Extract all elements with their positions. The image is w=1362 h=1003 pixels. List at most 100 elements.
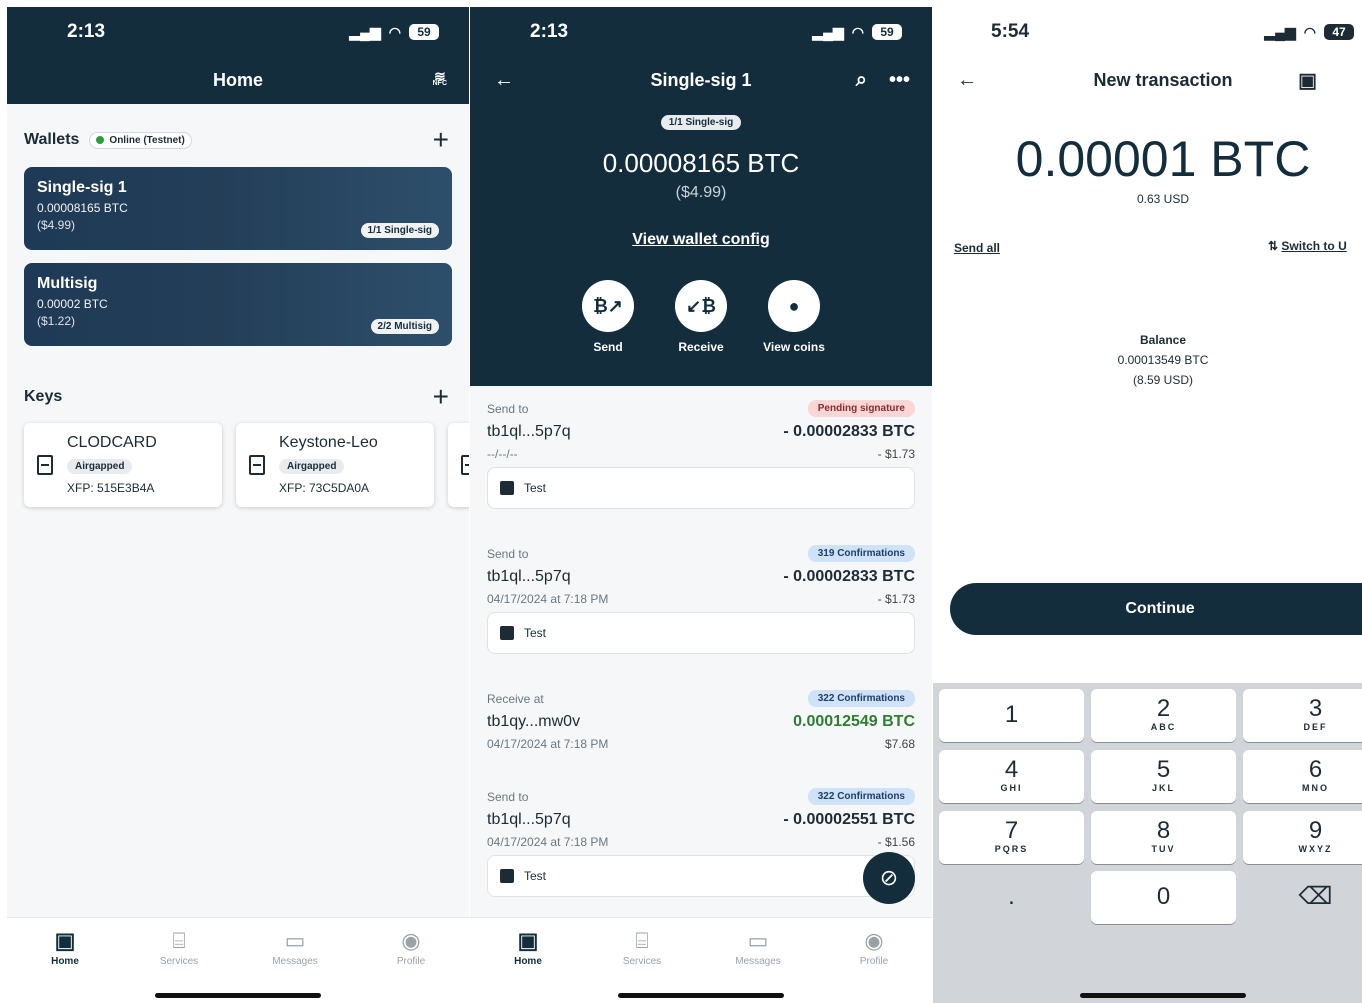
wallet-icon: ▣ (54, 928, 76, 953)
key-3[interactable]: 3 DEF (1243, 689, 1362, 742)
transaction-item[interactable]: Receive at 322 Confirmations tb1qy...mw0… (487, 690, 915, 751)
wifi-icon: ◠ (388, 23, 401, 40)
tab-home[interactable]: ▣ Home (25, 926, 105, 967)
key-card-partial[interactable] (448, 423, 469, 507)
transaction-item[interactable]: Send to 319 Confirmations tb1ql...5p7q -… (487, 545, 915, 654)
wallet-card-multisig[interactable]: Multisig 0.00002 BTC ($1.22) 2/2 Multisi… (24, 263, 452, 346)
home-screen: 2:13 ▂▄▆ ◠ 59 Home ≋ NFC Wallets Online … (7, 0, 469, 1003)
keys-section-header: Keys + (24, 383, 449, 411)
tx-fiat: - $1.73 (877, 447, 915, 461)
back-arrow-icon[interactable]: ← (957, 57, 977, 103)
battery-icon: 59 (409, 24, 439, 40)
tx-address: tb1ql...5p7q (487, 423, 571, 440)
tx-amount: - 0.00002551 BTC (783, 811, 915, 828)
view-wallet-config-link[interactable]: View wallet config (470, 231, 932, 249)
wallet-type-badge: 1/1 Single-sig (660, 115, 742, 130)
home-indicator (1080, 993, 1246, 998)
key-backspace[interactable]: ⌫ (1243, 871, 1362, 924)
online-dot-icon (96, 136, 105, 144)
tab-services[interactable]: ⌸ Services (602, 926, 682, 967)
signal-icon: ▂▄▆ (349, 23, 381, 40)
page-title: Single-sig 1 (650, 69, 752, 90)
nfc-button[interactable]: ≋ NFC (433, 68, 447, 88)
search-icon[interactable]: ⌕ (856, 69, 867, 92)
add-key-button[interactable]: + (433, 383, 449, 411)
switch-currency-link[interactable]: ⇅ Switch to U (1268, 239, 1347, 253)
hardware-wallet-button[interactable]: ▣ (1298, 57, 1317, 103)
nfc-icon: ≋ (433, 68, 446, 84)
amount-display: 0.00001 BTC (1015, 131, 1311, 187)
wifi-icon: ◠ (1303, 23, 1316, 40)
tx-label: Test (524, 481, 547, 495)
label-icon (500, 869, 514, 883)
numeric-keypad: 1 2 ABC 3 DEF 4 GHI 5 JKL 6 MNO 7 PQRS 8 TUV 9W… (933, 683, 1362, 1003)
tx-label-box[interactable]: Test (487, 612, 915, 654)
status-time: 2:13 (67, 21, 106, 42)
wallet-balance-btc: 0.00008165 BTC (602, 148, 800, 178)
tx-date: --/--/-- (487, 447, 518, 461)
key-xfp: XFP: 73C5DA0A (279, 481, 370, 495)
tx-fiat: - $1.73 (877, 592, 915, 606)
tab-services[interactable]: ⌸ Services (139, 926, 219, 967)
view-coins-button[interactable]: ● View coins (754, 280, 834, 354)
tab-home[interactable]: ▣ Home (488, 926, 568, 967)
status-time: 2:13 (530, 21, 569, 42)
services-icon: ⌸ (172, 928, 186, 953)
title-bar: ← Single-sig 1 ⌕ ••• (470, 57, 932, 103)
key-0[interactable]: 0 (1091, 871, 1236, 924)
wallet-type-badge: 1/1 Single-sig (360, 223, 439, 238)
key-card-keystone[interactable]: Keystone-Leo Airgapped XFP: 73C5DA0A (236, 423, 434, 507)
tx-status-badge: Pending signature (807, 400, 915, 417)
tx-date: 04/17/2024 at 7:18 PM (487, 592, 609, 606)
backspace-icon: ⌫ (1298, 883, 1333, 910)
balance-block: Balance 0.00013549 BTC (8.59 USD) (933, 330, 1362, 390)
hide-balance-button[interactable]: ⊘ (863, 852, 915, 904)
key-card-clodcard[interactable]: CLODCARD Airgapped XFP: 515E3B4A (24, 423, 222, 507)
key-9[interactable]: 9 WXYZ (1243, 811, 1362, 864)
wallet-name: Multisig (37, 275, 98, 292)
key-8[interactable]: 8 TUV (1091, 811, 1236, 864)
key-4[interactable]: 4 GHI (939, 750, 1084, 803)
tab-profile[interactable]: ◉ Profile (834, 926, 914, 967)
send-all-link[interactable]: Send all (954, 241, 1000, 255)
tx-address: tb1qy...mw0v (487, 713, 581, 730)
add-wallet-button[interactable]: + (433, 126, 449, 154)
network-status-badge: Online (Testnet) (89, 131, 192, 149)
tx-status-badge: 319 Confirmations (807, 545, 915, 562)
status-bar: 5:54 ▂▄▆ ◠ 47 (933, 7, 1362, 57)
balance-btc: 0.00013549 BTC (1117, 353, 1209, 367)
send-button[interactable]: ₿↗ Send (568, 280, 648, 354)
more-icon[interactable]: ••• (889, 69, 910, 92)
wallet-card-single-sig[interactable]: Single-sig 1 0.00008165 BTC ($4.99) 1/1 … (24, 167, 452, 250)
balance-label: Balance (1139, 333, 1187, 347)
transaction-item[interactable]: Send to Pending signature tb1ql...5p7q -… (487, 400, 915, 509)
transaction-item[interactable]: Send to 322 Confirmations tb1ql...5p7q -… (487, 788, 915, 897)
tab-messages[interactable]: ▭ Messages (718, 926, 798, 967)
label-icon (500, 481, 514, 495)
key-5[interactable]: 5 JKL (1091, 750, 1236, 803)
label-icon (500, 626, 514, 640)
key-7[interactable]: 7 PQRS (939, 811, 1084, 864)
key-1[interactable]: 1 (939, 689, 1084, 742)
key-xfp: XFP: 515E3B4A (67, 481, 155, 495)
receive-button[interactable]: ↙₿ Receive (661, 280, 741, 354)
messages-icon: ▭ (747, 928, 769, 953)
signal-icon: ▂▄▆ (812, 23, 844, 40)
wallet-balance-btc: 0.00008165 BTC (37, 201, 128, 215)
profile-icon: ◉ (864, 928, 884, 953)
signal-icon: ▂▄▆ (1264, 23, 1296, 40)
back-arrow-icon[interactable]: ← (494, 57, 514, 103)
key-2[interactable]: 2 ABC (1091, 689, 1236, 742)
key-6[interactable]: 6 MNO (1243, 750, 1362, 803)
status-time: 5:54 (991, 21, 1030, 42)
continue-button[interactable]: Continue (950, 583, 1362, 635)
tab-messages[interactable]: ▭ Messages (255, 926, 335, 967)
tx-label-box[interactable]: Test (487, 467, 915, 509)
key-decimal[interactable]: . (939, 871, 1084, 924)
key-name: Keystone-Leo (279, 434, 378, 451)
tx-label-box[interactable]: Test (487, 855, 915, 897)
wallet-balance-btc: 0.00002 BTC (37, 297, 108, 311)
wallet-name: Single-sig 1 (37, 179, 127, 196)
tab-profile[interactable]: ◉ Profile (371, 926, 451, 967)
tab-bar: ▣ Home ⌸ Services ▭ Messages ◉ Profile (470, 917, 932, 1003)
